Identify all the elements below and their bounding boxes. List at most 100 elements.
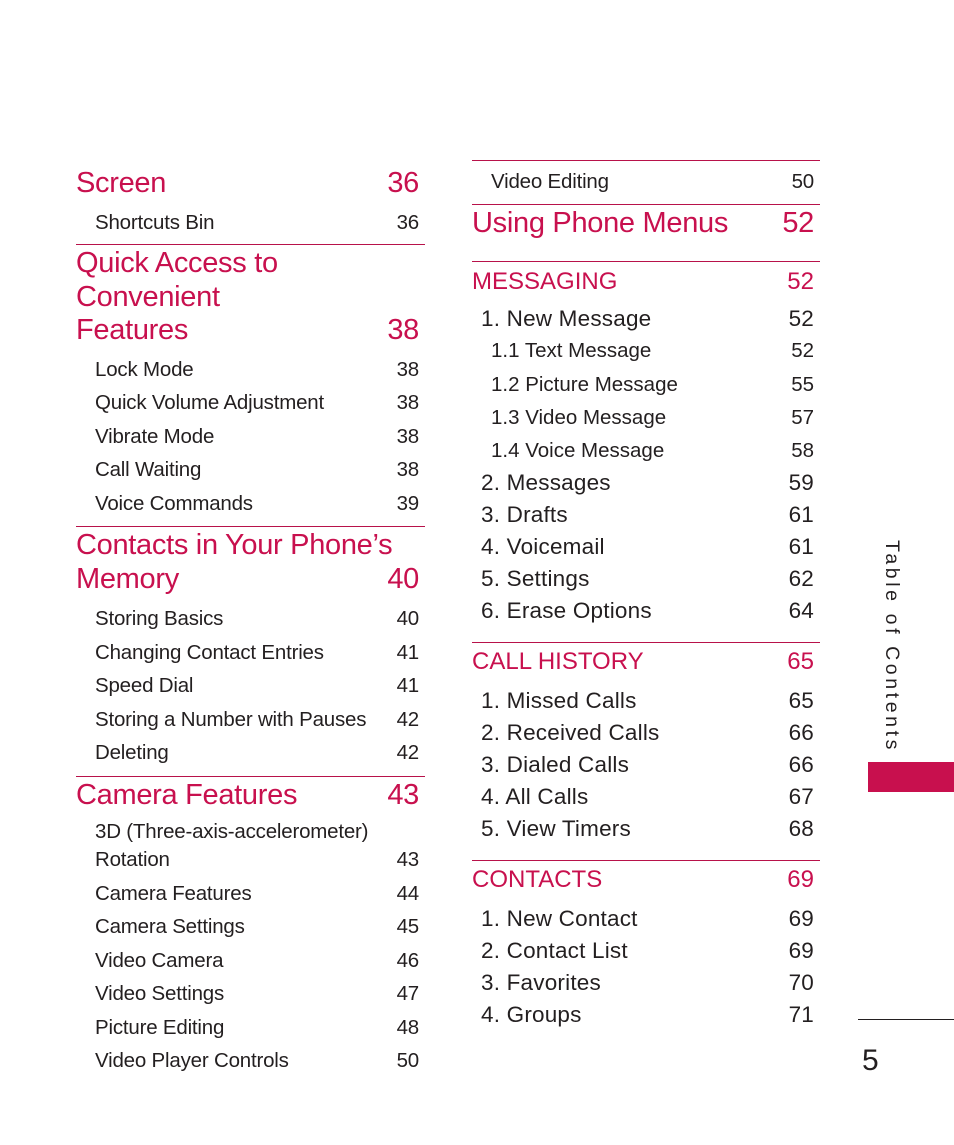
toc-entry[interactable]: Call Waiting 38 xyxy=(76,453,425,487)
toc-entry[interactable]: Camera Settings 45 xyxy=(76,910,425,944)
toc-entry[interactable]: 3. Favorites 70 xyxy=(472,967,820,999)
entry-label: 6. Erase Options xyxy=(481,597,652,623)
toc-subentry[interactable]: 1.2 Picture Message 55 xyxy=(472,368,820,401)
entry-page: 50 xyxy=(396,1049,420,1072)
entry-label: 3. Drafts xyxy=(481,502,568,528)
section-divider xyxy=(76,526,425,527)
entry-page: 52 xyxy=(788,305,814,331)
toc-entry[interactable]: Storing a Number with Pauses 42 xyxy=(76,703,425,737)
entry-label: 1.3 Video Message xyxy=(491,405,667,429)
toc-entry[interactable]: 6. Erase Options 64 xyxy=(472,595,820,627)
toc-entry[interactable]: Shortcuts Bin 36 xyxy=(76,206,425,240)
toc-entry[interactable]: Picture Editing 48 xyxy=(76,1011,425,1045)
entry-label: Deleting xyxy=(95,741,169,764)
toc-chapter-using-phone-menus[interactable]: Using Phone Menus 52 xyxy=(472,206,820,240)
section-divider xyxy=(76,775,425,777)
toc-entry[interactable]: 2. Contact List 69 xyxy=(472,935,820,967)
toc-entry[interactable]: Vibrate Mode 38 xyxy=(76,420,425,454)
toc-entry[interactable]: 3. Dialed Calls 66 xyxy=(472,749,820,781)
entry-page: 41 xyxy=(396,674,420,697)
entry-page: 66 xyxy=(788,752,814,778)
entry-label: Vibrate Mode xyxy=(95,424,215,448)
entry-page: 41 xyxy=(396,640,420,664)
toc-entry[interactable]: Quick Volume Adjustment 38 xyxy=(76,386,425,420)
chapter-page: 38 xyxy=(387,313,419,346)
section-divider xyxy=(472,642,820,644)
entry-label: 5. Settings xyxy=(481,565,590,591)
entry-label: 5. View Timers xyxy=(481,815,631,841)
toc-subentry[interactable]: 1.1 Text Message 52 xyxy=(472,334,820,367)
toc-entry[interactable]: 1. Missed Calls 65 xyxy=(472,685,820,717)
group-page: 52 xyxy=(787,267,814,295)
toc-entry[interactable]: 3. Drafts 61 xyxy=(472,499,820,531)
entry-page: 48 xyxy=(396,1015,420,1039)
toc-chapter-quick-access[interactable]: Quick Access to Convenient Features 38 xyxy=(76,246,425,347)
toc-entry[interactable]: 5. Settings 62 xyxy=(472,563,820,595)
toc-entry[interactable]: 4. All Calls 67 xyxy=(472,781,820,813)
section-divider xyxy=(76,243,425,245)
toc-entry[interactable]: Video Camera 46 xyxy=(76,944,425,978)
entry-label: Speed Dial xyxy=(95,674,194,697)
side-tab-label: Table of Contents xyxy=(881,540,903,753)
entry-label: Video Camera xyxy=(95,948,224,972)
toc-entry[interactable]: 2. Received Calls 66 xyxy=(472,717,820,749)
section-divider xyxy=(472,160,820,161)
toc-entry[interactable]: 1. New Message 52 xyxy=(472,303,820,335)
toc-subentry[interactable]: 1.3 Video Message 57 xyxy=(472,401,820,434)
entry-label: 1.1 Text Message xyxy=(491,339,652,363)
toc-entry[interactable]: Changing Contact Entries 41 xyxy=(76,636,425,670)
entry-page: 42 xyxy=(396,741,420,764)
entry-page: 45 xyxy=(396,915,420,938)
toc-entry[interactable]: 1. New Contact 69 xyxy=(472,903,820,935)
toc-group-contacts[interactable]: CONTACTS 69 xyxy=(472,863,820,897)
chapter-title: Camera Features xyxy=(76,778,298,811)
entry-label: Call Waiting xyxy=(95,458,202,481)
entry-page: 59 xyxy=(788,470,814,496)
toc-entry[interactable]: Speed Dial 41 xyxy=(76,669,425,703)
toc-entry[interactable]: 3D (Three-axis-accelerometer) Rotation 43 xyxy=(76,818,425,874)
toc-subentry[interactable]: 1.4 Voice Message 58 xyxy=(472,434,820,467)
entry-label: 2. Messages xyxy=(481,470,611,496)
chapter-title-line2: Memory xyxy=(76,563,179,595)
entry-page: 38 xyxy=(396,424,420,448)
toc-entry[interactable]: Camera Features 44 xyxy=(76,877,425,911)
entry-label: Changing Contact Entries xyxy=(95,640,324,664)
group-title: CONTACTS xyxy=(472,866,603,894)
chapter-title-line1: Quick Access to Convenient xyxy=(76,246,278,313)
toc-entry[interactable]: Video Settings 47 xyxy=(76,977,425,1011)
entry-page: 61 xyxy=(788,502,814,528)
entry-label: Shortcuts Bin xyxy=(95,211,215,234)
entry-page: 64 xyxy=(788,597,814,623)
entry-page: 47 xyxy=(396,982,420,1005)
entry-page: 65 xyxy=(788,688,814,714)
toc-entry[interactable]: 4. Voicemail 61 xyxy=(472,531,820,563)
entry-page: 50 xyxy=(791,170,815,193)
toc-entry[interactable]: Lock Mode 38 xyxy=(76,353,425,387)
group-page: 65 xyxy=(787,648,814,676)
toc-entry[interactable]: Video Player Controls 50 xyxy=(76,1044,425,1078)
toc-chapter-contacts-memory[interactable]: Contacts in Your Phone’s Memory 40 xyxy=(76,528,425,596)
entry-label: Video Editing xyxy=(491,170,609,193)
toc-group-call-history[interactable]: CALL HISTORY 65 xyxy=(472,645,820,679)
chapter-page: 52 xyxy=(782,206,814,239)
toc-entry[interactable]: Deleting 42 xyxy=(76,736,425,770)
entry-page: 52 xyxy=(791,339,814,363)
entry-label: 1. Missed Calls xyxy=(481,688,637,714)
entry-page: 38 xyxy=(396,458,420,481)
toc-chapter-screen[interactable]: Screen 36 xyxy=(76,166,425,200)
entry-page: 40 xyxy=(396,607,420,630)
toc-entry[interactable]: 4. Groups 71 xyxy=(472,999,820,1031)
toc-entry-video-editing[interactable]: Video Editing 50 xyxy=(472,165,820,199)
entry-label: Lock Mode xyxy=(95,357,194,381)
entry-label: 3. Dialed Calls xyxy=(481,752,630,778)
toc-chapter-camera-features[interactable]: Camera Features 43 xyxy=(76,778,425,812)
toc-entry[interactable]: Voice Commands 39 xyxy=(76,487,425,521)
toc-entry[interactable]: 2. Messages 59 xyxy=(472,467,820,499)
entry-label: Picture Editing xyxy=(95,1015,225,1039)
entry-label: Video Settings xyxy=(95,982,225,1005)
toc-entry[interactable]: 5. View Timers 68 xyxy=(472,813,820,845)
entry-label: 1. New Contact xyxy=(481,906,638,932)
toc-entry[interactable]: Storing Basics 40 xyxy=(76,602,425,636)
toc-group-messaging[interactable]: MESSAGING 52 xyxy=(472,265,820,299)
toc-right-column: Video Editing 50 Using Phone Menus 52 ME… xyxy=(472,160,820,1031)
